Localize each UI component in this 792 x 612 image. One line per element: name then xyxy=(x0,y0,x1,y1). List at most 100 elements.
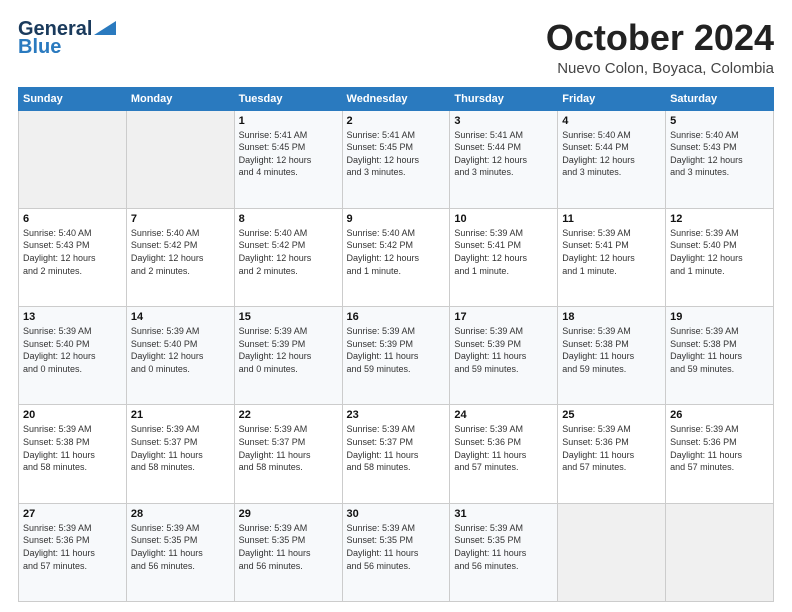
day-number: 10 xyxy=(454,213,553,225)
day-cell: 26 Sunrise: 5:39 AM Sunset: 5:36 PM Dayli… xyxy=(666,405,774,503)
day-cell: 18Sunrise: 5:39 AM Sunset: 5:38 PM Dayli… xyxy=(558,307,666,405)
day-cell: 8 Sunrise: 5:40 AM Sunset: 5:42 PM Daylig… xyxy=(234,208,342,306)
day-info: Sunrise: 5:39 AM Sunset: 5:41 PM Dayligh… xyxy=(454,227,553,277)
day-info: Sunrise: 5:40 AM Sunset: 5:43 PM Dayligh… xyxy=(670,129,769,179)
day-info: Sunrise: 5:40 AM Sunset: 5:43 PM Dayligh… xyxy=(23,227,122,277)
day-cell: 15 Sunrise: 5:39 AM Sunset: 5:39 PM Dayli… xyxy=(234,307,342,405)
day-number: 9 xyxy=(347,213,446,225)
day-info: Sunrise: 5:39 AM Sunset: 5:35 PM Dayligh… xyxy=(239,522,338,572)
day-number: 15 xyxy=(239,311,338,323)
day-info: Sunrise: 5:39 AM Sunset: 5:38 PM Dayligh… xyxy=(23,423,122,473)
day-number: 18 xyxy=(562,311,661,323)
day-number: 7 xyxy=(131,213,230,225)
day-number: 2 xyxy=(347,115,446,127)
day-number: 1 xyxy=(239,115,338,127)
day-number: 6 xyxy=(23,213,122,225)
day-number: 5 xyxy=(670,115,769,127)
day-cell: 5 Sunrise: 5:40 AM Sunset: 5:43 PM Daylig… xyxy=(666,110,774,208)
day-info: Sunrise: 5:41 AM Sunset: 5:45 PM Dayligh… xyxy=(239,129,338,179)
calendar-header: SundayMondayTuesdayWednesdayThursdayFrid… xyxy=(19,87,774,110)
day-cell xyxy=(558,503,666,601)
day-info: Sunrise: 5:39 AM Sunset: 5:35 PM Dayligh… xyxy=(131,522,230,572)
day-info: Sunrise: 5:39 AM Sunset: 5:39 PM Dayligh… xyxy=(347,325,446,375)
day-cell: 12 Sunrise: 5:39 AM Sunset: 5:40 PM Dayli… xyxy=(666,208,774,306)
header-day-friday: Friday xyxy=(558,87,666,110)
header: General Blue October 2024 Nuevo Colon, B… xyxy=(18,18,774,77)
day-info: Sunrise: 5:39 AM Sunset: 5:36 PM Dayligh… xyxy=(670,423,769,473)
day-number: 26 xyxy=(670,409,769,421)
day-number: 4 xyxy=(562,115,661,127)
day-info: Sunrise: 5:39 AM Sunset: 5:37 PM Dayligh… xyxy=(347,423,446,473)
day-info: Sunrise: 5:40 AM Sunset: 5:42 PM Dayligh… xyxy=(131,227,230,277)
day-cell xyxy=(666,503,774,601)
day-cell: 25Sunrise: 5:39 AM Sunset: 5:36 PM Dayli… xyxy=(558,405,666,503)
header-day-monday: Monday xyxy=(126,87,234,110)
day-info: Sunrise: 5:39 AM Sunset: 5:35 PM Dayligh… xyxy=(347,522,446,572)
day-cell: 4 Sunrise: 5:40 AM Sunset: 5:44 PM Daylig… xyxy=(558,110,666,208)
day-cell: 27Sunrise: 5:39 AM Sunset: 5:36 PM Dayli… xyxy=(19,503,127,601)
day-cell: 9 Sunrise: 5:40 AM Sunset: 5:42 PM Daylig… xyxy=(342,208,450,306)
day-number: 23 xyxy=(347,409,446,421)
day-number: 12 xyxy=(670,213,769,225)
day-cell: 31Sunrise: 5:39 AM Sunset: 5:35 PM Dayli… xyxy=(450,503,558,601)
day-info: Sunrise: 5:40 AM Sunset: 5:44 PM Dayligh… xyxy=(562,129,661,179)
day-cell: 29Sunrise: 5:39 AM Sunset: 5:35 PM Dayli… xyxy=(234,503,342,601)
page: General Blue October 2024 Nuevo Colon, B… xyxy=(0,0,792,612)
day-cell: 20 Sunrise: 5:39 AM Sunset: 5:38 PM Dayli… xyxy=(19,405,127,503)
day-number: 24 xyxy=(454,409,553,421)
day-cell: 21Sunrise: 5:39 AM Sunset: 5:37 PM Dayli… xyxy=(126,405,234,503)
day-number: 17 xyxy=(454,311,553,323)
week-row-3: 20 Sunrise: 5:39 AM Sunset: 5:38 PM Dayli… xyxy=(19,405,774,503)
day-cell: 11 Sunrise: 5:39 AM Sunset: 5:41 PM Dayli… xyxy=(558,208,666,306)
day-cell: 16 Sunrise: 5:39 AM Sunset: 5:39 PM Dayli… xyxy=(342,307,450,405)
day-cell: 19 Sunrise: 5:39 AM Sunset: 5:38 PM Dayli… xyxy=(666,307,774,405)
day-info: Sunrise: 5:40 AM Sunset: 5:42 PM Dayligh… xyxy=(239,227,338,277)
day-number: 20 xyxy=(23,409,122,421)
day-info: Sunrise: 5:39 AM Sunset: 5:38 PM Dayligh… xyxy=(670,325,769,375)
day-info: Sunrise: 5:39 AM Sunset: 5:37 PM Dayligh… xyxy=(131,423,230,473)
week-row-1: 6 Sunrise: 5:40 AM Sunset: 5:43 PM Daylig… xyxy=(19,208,774,306)
header-day-tuesday: Tuesday xyxy=(234,87,342,110)
header-day-wednesday: Wednesday xyxy=(342,87,450,110)
day-info: Sunrise: 5:39 AM Sunset: 5:40 PM Dayligh… xyxy=(23,325,122,375)
day-number: 16 xyxy=(347,311,446,323)
day-number: 22 xyxy=(239,409,338,421)
day-info: Sunrise: 5:39 AM Sunset: 5:39 PM Dayligh… xyxy=(239,325,338,375)
day-info: Sunrise: 5:40 AM Sunset: 5:42 PM Dayligh… xyxy=(347,227,446,277)
calendar-table: SundayMondayTuesdayWednesdayThursdayFrid… xyxy=(18,87,774,602)
day-number: 30 xyxy=(347,508,446,520)
day-number: 27 xyxy=(23,508,122,520)
day-cell: 23 Sunrise: 5:39 AM Sunset: 5:37 PM Dayli… xyxy=(342,405,450,503)
day-info: Sunrise: 5:39 AM Sunset: 5:40 PM Dayligh… xyxy=(131,325,230,375)
header-day-sunday: Sunday xyxy=(19,87,127,110)
day-number: 11 xyxy=(562,213,661,225)
day-number: 3 xyxy=(454,115,553,127)
day-cell: 1 Sunrise: 5:41 AM Sunset: 5:45 PM Daylig… xyxy=(234,110,342,208)
header-day-saturday: Saturday xyxy=(666,87,774,110)
location-title: Nuevo Colon, Boyaca, Colombia xyxy=(546,60,774,77)
day-number: 19 xyxy=(670,311,769,323)
day-cell: 6 Sunrise: 5:40 AM Sunset: 5:43 PM Daylig… xyxy=(19,208,127,306)
day-info: Sunrise: 5:39 AM Sunset: 5:41 PM Dayligh… xyxy=(562,227,661,277)
day-info: Sunrise: 5:39 AM Sunset: 5:35 PM Dayligh… xyxy=(454,522,553,572)
day-cell: 3 Sunrise: 5:41 AM Sunset: 5:44 PM Daylig… xyxy=(450,110,558,208)
day-info: Sunrise: 5:39 AM Sunset: 5:37 PM Dayligh… xyxy=(239,423,338,473)
header-row: SundayMondayTuesdayWednesdayThursdayFrid… xyxy=(19,87,774,110)
day-info: Sunrise: 5:41 AM Sunset: 5:44 PM Dayligh… xyxy=(454,129,553,179)
header-day-thursday: Thursday xyxy=(450,87,558,110)
week-row-2: 13Sunrise: 5:39 AM Sunset: 5:40 PM Dayli… xyxy=(19,307,774,405)
day-info: Sunrise: 5:39 AM Sunset: 5:36 PM Dayligh… xyxy=(562,423,661,473)
day-info: Sunrise: 5:39 AM Sunset: 5:40 PM Dayligh… xyxy=(670,227,769,277)
day-info: Sunrise: 5:39 AM Sunset: 5:36 PM Dayligh… xyxy=(454,423,553,473)
day-info: Sunrise: 5:41 AM Sunset: 5:45 PM Dayligh… xyxy=(347,129,446,179)
day-cell: 14Sunrise: 5:39 AM Sunset: 5:40 PM Dayli… xyxy=(126,307,234,405)
day-cell: 24 Sunrise: 5:39 AM Sunset: 5:36 PM Dayli… xyxy=(450,405,558,503)
calendar-body: 1 Sunrise: 5:41 AM Sunset: 5:45 PM Daylig… xyxy=(19,110,774,601)
day-cell: 30 Sunrise: 5:39 AM Sunset: 5:35 PM Dayli… xyxy=(342,503,450,601)
day-number: 8 xyxy=(239,213,338,225)
day-cell: 2 Sunrise: 5:41 AM Sunset: 5:45 PM Daylig… xyxy=(342,110,450,208)
logo: General Blue xyxy=(18,18,116,58)
logo-blue: Blue xyxy=(18,36,61,58)
day-cell: 17Sunrise: 5:39 AM Sunset: 5:39 PM Dayli… xyxy=(450,307,558,405)
day-cell xyxy=(126,110,234,208)
